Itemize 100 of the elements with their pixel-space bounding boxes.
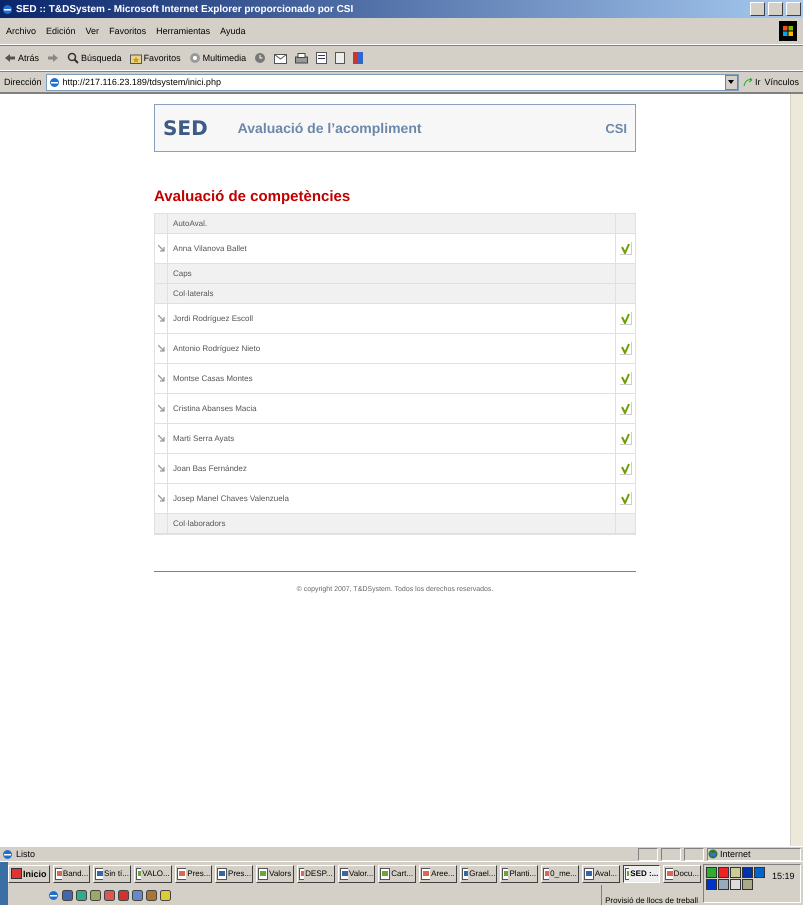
status-pane [661,848,681,860]
document-icon [217,868,227,880]
go-button[interactable]: Ir [742,77,760,87]
close-button[interactable] [786,2,801,16]
arrow-icon [158,495,164,502]
arrow-icon [158,345,164,352]
back-arrow-icon [4,53,16,63]
menu-item[interactable]: Favoritos [109,26,146,36]
media-icon [188,52,201,64]
menu-item[interactable]: Ver [86,26,100,36]
task-button[interactable]: Pres... [215,864,254,882]
org-text: CSI [605,120,627,136]
document-icon [95,868,104,880]
menu-item[interactable]: Ayuda [220,26,246,36]
task-button[interactable]: VALO... [134,864,172,882]
person-link[interactable]: Montse Casas Montes [173,374,253,383]
arrow-icon [158,245,164,252]
document-icon [665,868,673,880]
toolbar-button[interactable]: Favoritos [130,52,181,64]
toolbar-button[interactable]: Atrás [4,53,40,63]
task-button[interactable]: SED :... [622,864,660,882]
person-link[interactable]: Cristina Abanses Macia [173,404,257,413]
document-icon [340,868,348,880]
task-button[interactable]: Pres... [174,864,212,882]
quick-launch-icon[interactable] [132,890,143,900]
document-icon [54,868,62,880]
toolbar-label: Provisió de llocs de treball [601,885,701,905]
arrow-icon [158,405,164,412]
group-label: Col·laterals [173,289,214,298]
group-label: Col·laboradors [173,519,226,528]
forward-arrow-icon [47,53,60,63]
tray-icon [742,879,753,890]
quick-launch-icon[interactable] [118,890,129,900]
links-label[interactable]: Vínculos [764,77,799,87]
task-button[interactable]: Planti... [500,864,538,882]
clock: 15:19 [772,871,795,881]
arrow-icon [158,375,164,382]
document-icon [136,868,142,880]
zone-panel: Internet [707,848,801,860]
address-label: Dirección [4,77,42,87]
quick-launch-icon[interactable] [62,890,73,900]
quick-launch-icon[interactable] [160,890,171,900]
arrow-icon [158,315,164,322]
dropdown-button[interactable] [724,74,738,90]
scrollbar[interactable] [790,94,803,846]
task-button[interactable]: Aval... [582,864,620,882]
person-link[interactable]: Anna Vilanova Ballet [173,244,247,253]
print-icon[interactable] [295,52,308,64]
status-pane [638,848,658,860]
quick-launch-icon[interactable] [104,890,115,900]
tray-icon [742,867,753,878]
header-title: Avaluació de l’acompliment [238,120,423,136]
task-button[interactable]: Band... [52,864,90,882]
task-button[interactable]: Aree... [418,864,457,882]
tray-icon [754,867,765,878]
group-label: Caps [173,269,192,278]
menu-item[interactable]: Herramientas [156,26,210,36]
menu-item[interactable]: Archivo [6,26,36,36]
windows-logo [779,21,797,41]
task-button[interactable]: Valor... [338,864,376,882]
arrow-icon [158,435,164,442]
toolbar-button[interactable]: Búsqueda [67,52,122,64]
task-button[interactable]: Docu... [663,864,702,882]
start-button[interactable]: Inicio [8,864,50,882]
search-icon [67,52,80,64]
quick-launch-icon[interactable] [146,890,157,900]
mail-icon[interactable] [274,52,288,64]
person-link[interactable]: Joan Bas Fernández [173,464,247,473]
maximize-button[interactable] [768,2,783,16]
tray-icon [718,867,729,878]
globe-icon [708,849,718,859]
minimize-button[interactable] [750,2,765,16]
quick-launch-icon[interactable] [90,890,101,900]
logo-text: SED [163,116,208,140]
document-icon [624,868,630,880]
task-button[interactable]: 0_me... [541,864,579,882]
person-link[interactable]: Marti Serra Ayats [173,434,234,443]
task-button[interactable]: Valors [256,864,294,882]
history-icon[interactable] [254,52,266,64]
document-icon [420,868,430,880]
arrow-icon [158,465,164,472]
task-button[interactable]: DESP... [296,864,335,882]
task-button[interactable]: Grael... [460,864,498,882]
task-button[interactable]: Cart... [378,864,416,882]
status-text: Listo [16,849,36,859]
address-field[interactable]: http://217.116.23.189/tdsystem/inici.php [46,74,739,90]
document-icon [502,868,508,880]
toolbar-button[interactable]: Multimedia [188,52,246,64]
document-icon [298,868,304,880]
tray-icon [706,879,717,890]
menu-item[interactable]: Edición [46,26,76,36]
window-title: SED :: T&DSystem - Microsoft Internet Explorer proporcionado por CSI [16,4,354,14]
document-icon [176,868,186,880]
person-link[interactable]: Jordi Rodríguez Escoll [173,314,254,323]
tray-icon [718,879,729,890]
person-link[interactable]: Josep Manel Chaves Valenzuela [173,494,289,503]
document-icon [543,868,550,880]
person-link[interactable]: Antonio Rodríguez Nieto [173,344,260,353]
task-button[interactable]: Sin tí... [93,864,131,882]
quick-launch-icon[interactable] [76,890,87,900]
